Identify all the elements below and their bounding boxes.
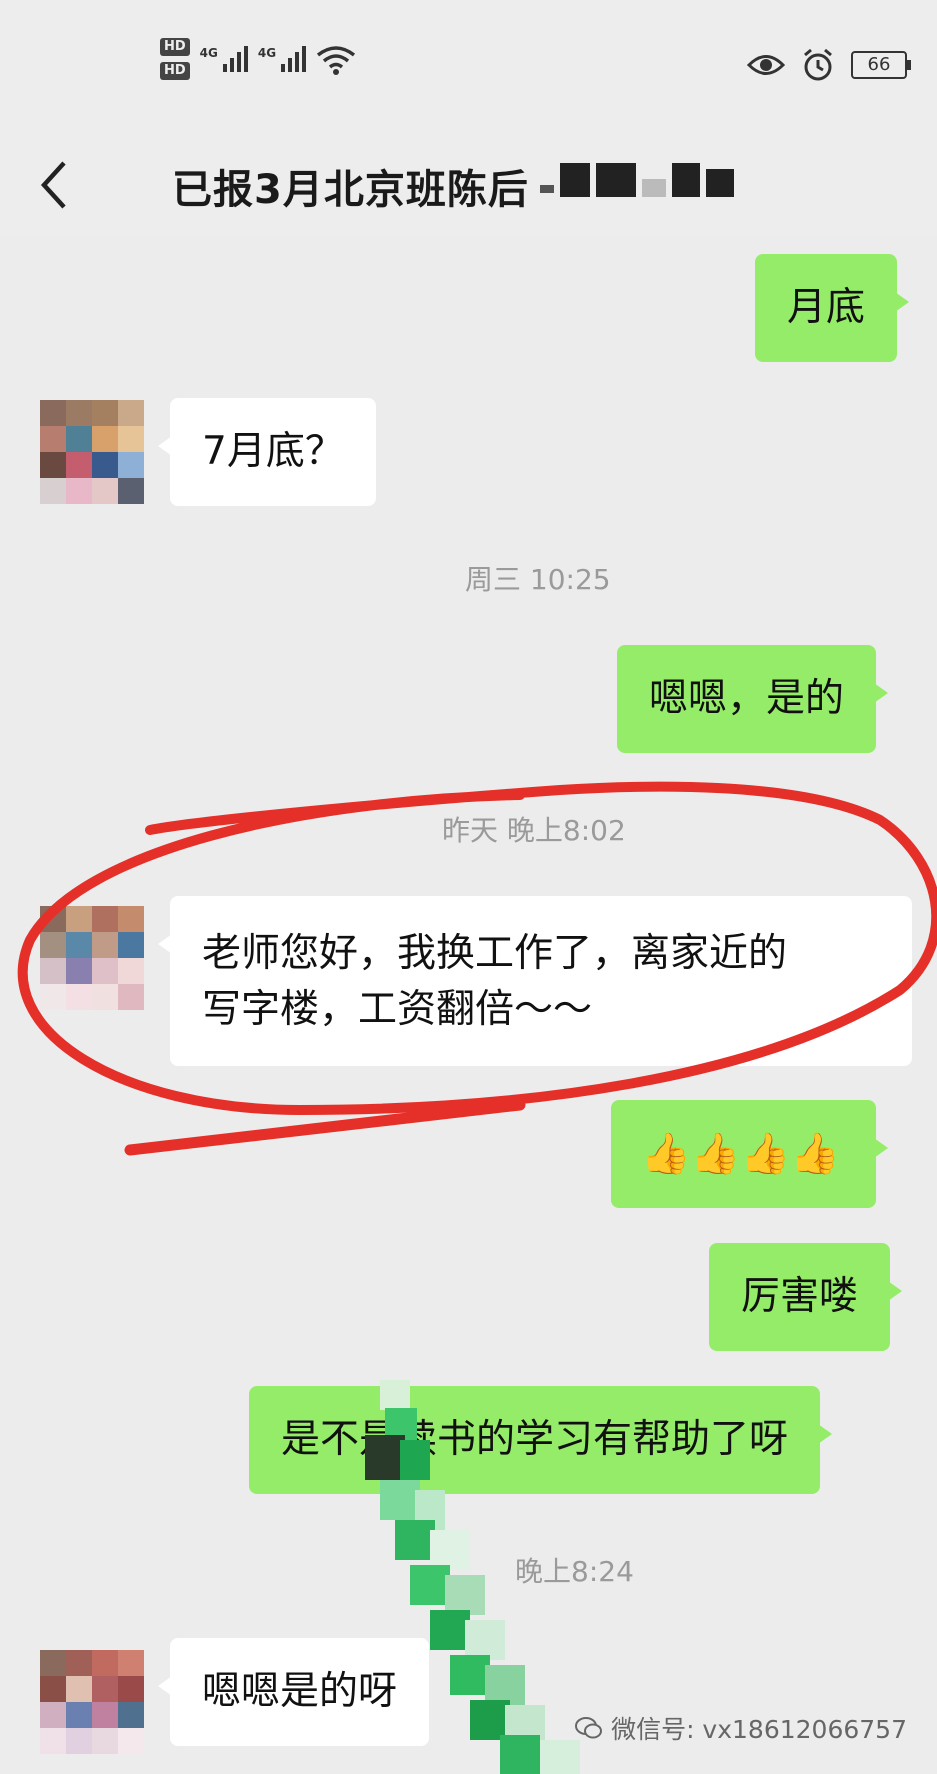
chat-title: 已报3月北京班陈后 <box>172 167 529 213</box>
signal-icon-1: 4G <box>200 46 248 72</box>
message-bubble-received[interactable]: 7月底？ <box>158 398 376 506</box>
chat-header: 已报3月北京班陈后 <box>0 135 937 235</box>
back-arrow-icon[interactable] <box>36 155 76 215</box>
status-right: 66 <box>747 48 911 82</box>
watermark: 微信号: vx18612066757 <box>575 1710 907 1746</box>
message-bubble-sent[interactable]: 厉害喽 <box>709 1243 903 1351</box>
timestamp: 昨天 晚上8:02 <box>442 814 626 847</box>
message-bubble-sent[interactable]: 嗯嗯，是的 <box>617 645 889 753</box>
hd-badge-1: HD <box>160 38 190 56</box>
hd-indicators: HD HD <box>160 38 190 80</box>
message-bubble-sent[interactable]: 月底 <box>755 254 910 362</box>
message-bubble-received[interactable]: 老师您好，我换工作了，离家近的 写字楼，工资翻倍～～ <box>158 896 912 1066</box>
watermark-text: 微信号: vx18612066757 <box>611 1715 907 1744</box>
wifi-icon <box>317 46 356 75</box>
status-bar: HD HD 4G 4G 66 <box>0 0 937 135</box>
message-line: 写字楼，工资翻倍～～ <box>202 987 593 1032</box>
battery-indicator: 66 <box>851 51 911 79</box>
message-bubble-sent[interactable]: 是不是读书的学习有帮助了呀 <box>249 1386 833 1494</box>
message-line: 老师您好，我换工作了，离家近的 <box>202 931 788 976</box>
alarm-icon <box>804 48 832 81</box>
timestamp: 晚上8:24 <box>515 1555 634 1588</box>
network-type-2: 4G <box>257 46 277 60</box>
network-type-1: 4G <box>199 46 218 60</box>
hd-badge-2: HD <box>160 62 190 80</box>
thumbs-up-emoji: 👍👍👍👍 <box>641 1131 841 1177</box>
title-mosaic <box>540 163 734 197</box>
status-left: HD HD 4G 4G <box>160 38 356 80</box>
timestamp: 周三 10:25 <box>465 563 611 596</box>
eye-icon <box>747 55 785 75</box>
message-bubble-received[interactable]: 嗯嗯是的呀 <box>157 1638 430 1746</box>
signal-icon-2: 4G <box>257 46 307 72</box>
avatar[interactable] <box>40 400 144 504</box>
avatar[interactable] <box>40 906 144 1010</box>
message-bubble-sent[interactable]: 👍👍👍👍 <box>611 1100 889 1208</box>
avatar[interactable] <box>40 1650 144 1754</box>
wechat-icon <box>575 1717 603 1739</box>
